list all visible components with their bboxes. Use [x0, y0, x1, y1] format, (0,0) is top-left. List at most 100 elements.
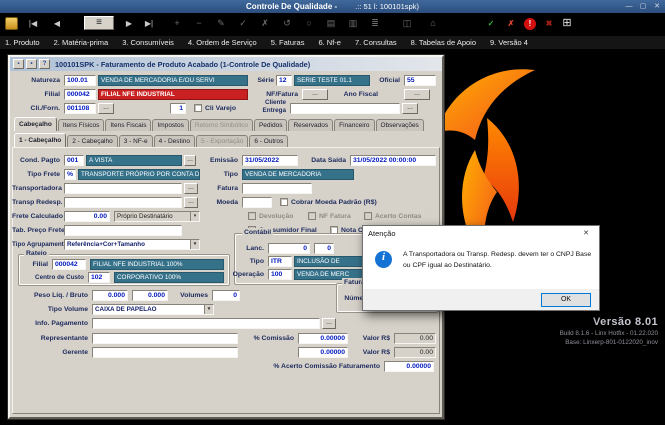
list-icon[interactable]: ≣	[366, 16, 384, 31]
menu-materia-prima[interactable]: 2. Matéria-prima	[54, 38, 109, 47]
subtab-3-nfe[interactable]: 3 - NF-e	[119, 135, 153, 147]
tab-itens-fiscais[interactable]: Itens Fiscais	[105, 119, 151, 131]
subtab-4-destino[interactable]: 4 - Destino	[154, 135, 195, 147]
data-saida-field[interactable]: 31/05/2022 00:00:00	[350, 155, 436, 166]
chevron-down-icon[interactable]: ▾	[204, 305, 213, 314]
natureza-field[interactable]: 100.01	[64, 75, 96, 86]
transportadora-button[interactable]: ...	[184, 183, 198, 194]
cli-forn-field[interactable]: 001108	[64, 103, 96, 114]
tipo-agrupamento-dropdown[interactable]: Referência+Cor+Tamanho▾	[64, 239, 200, 250]
lock-icon[interactable]: ▪	[13, 59, 24, 69]
menu-button[interactable]: ≡	[84, 16, 114, 30]
cli-forn-button[interactable]: ...	[98, 103, 114, 114]
subtab-6-outros[interactable]: 6 - Outros	[249, 135, 288, 147]
menu-nfe[interactable]: 6. Nf-e	[318, 38, 341, 47]
menu-versao-4[interactable]: 9. Versão 4	[490, 38, 528, 47]
transp-redesp-button[interactable]: ...	[184, 197, 198, 208]
cobrar-moeda-checkbox[interactable]	[280, 198, 288, 206]
menu-tabelas-de-apoio[interactable]: 8. Tabelas de Apoio	[411, 38, 476, 47]
calculator-icon[interactable]: ⊞	[558, 16, 576, 31]
menu-ordem-de-servico[interactable]: 4. Ordem de Serviço	[188, 38, 257, 47]
info-pagamento-button[interactable]: ...	[322, 318, 336, 329]
remove-icon[interactable]: −	[190, 16, 208, 31]
peso-liq-field[interactable]: 0.000	[92, 290, 128, 301]
centro-custo-field[interactable]: 102	[88, 272, 110, 283]
transportadora-field[interactable]	[64, 183, 182, 194]
oficial-field[interactable]: 55	[404, 75, 436, 86]
new-icon[interactable]: +	[168, 16, 186, 31]
subtab-1-cabecalho[interactable]: 1 - Cabeçalho	[14, 133, 66, 147]
tab-retorno-simbolico[interactable]: Retorno Simbólico	[190, 119, 253, 131]
grid-icon[interactable]: ▥	[344, 16, 362, 31]
lanc-field-2[interactable]: 0	[314, 243, 334, 254]
tab-cabecalho[interactable]: Cabeçalho	[14, 117, 57, 131]
moeda-field[interactable]	[242, 197, 272, 208]
chevron-down-icon[interactable]: ▾	[190, 212, 199, 221]
filial-field[interactable]: 000042	[64, 89, 96, 100]
alert-red-icon[interactable]: !	[524, 18, 536, 30]
chevron-down-icon[interactable]: ▾	[190, 240, 199, 249]
tab-financeiro[interactable]: Financeiro	[334, 119, 374, 131]
refresh-icon[interactable]: ↺	[278, 16, 296, 31]
frete-tipo-dropdown[interactable]: Próprio Destinatário▾	[114, 211, 200, 222]
previous-record-button[interactable]: ◀	[48, 16, 66, 31]
tab-pedidos[interactable]: Pedidos	[254, 119, 288, 131]
lanc-field-1[interactable]: 0	[268, 243, 310, 254]
exit-icon[interactable]: ✖	[540, 16, 558, 31]
close-orange-icon[interactable]: ✗	[502, 16, 520, 31]
minimize-button[interactable]: —	[623, 1, 635, 12]
tab-itens-fisicos[interactable]: Itens Físicos	[58, 119, 104, 131]
cli-forn-seq-field[interactable]: 1	[170, 103, 186, 114]
cli-varejo-checkbox[interactable]	[194, 104, 202, 112]
peso-bruto-field[interactable]: 0.000	[132, 290, 168, 301]
tab-observacoes[interactable]: Observações	[376, 119, 424, 131]
tipo-volume-dropdown[interactable]: CAIXA DE PAPELAO▾	[92, 304, 214, 315]
info-pagamento-field[interactable]	[92, 318, 320, 329]
ok-button[interactable]: OK	[541, 293, 591, 307]
next-record-button[interactable]: ▶	[120, 16, 138, 31]
home-icon[interactable]: ⌂	[424, 16, 442, 31]
close-button[interactable]: ✕	[651, 1, 663, 12]
cond-pagto-button[interactable]: ...	[184, 155, 196, 166]
last-record-button[interactable]: ▶|	[140, 16, 158, 31]
rateio-filial-field[interactable]: 000042	[52, 259, 86, 270]
cond-pagto-field[interactable]: 001	[64, 155, 84, 166]
menu-produto[interactable]: 1. Produto	[5, 38, 40, 47]
subtab-5-exportacao[interactable]: 5 - Exportação	[196, 135, 248, 147]
pin-icon[interactable]: •	[26, 59, 37, 69]
transp-redesp-field[interactable]	[64, 197, 182, 208]
help-icon[interactable]: ?	[39, 59, 50, 69]
cliente-entrega-field[interactable]	[290, 103, 400, 114]
gerente-field[interactable]	[92, 347, 238, 358]
contabil-tipo-field[interactable]: ITR	[268, 256, 292, 267]
first-record-button[interactable]: |◀	[24, 16, 42, 31]
frete-calculado-field[interactable]: 0.00	[64, 211, 110, 222]
cliente-entrega-button[interactable]: ...	[402, 103, 418, 114]
edit-icon[interactable]: ✎	[212, 16, 230, 31]
menu-faturas[interactable]: 5. Faturas	[271, 38, 305, 47]
tab-reservados[interactable]: Reservados	[288, 119, 333, 131]
comissao-rep-field[interactable]: 0.00000	[298, 333, 348, 344]
search-icon[interactable]: ○	[300, 16, 318, 31]
volumes-field[interactable]: 0	[212, 290, 240, 301]
tab-preco-frete-field[interactable]	[64, 225, 182, 236]
dialog-close-button[interactable]: ✕	[578, 229, 594, 237]
cancel-icon[interactable]: ✗	[256, 16, 274, 31]
fatura-field[interactable]	[242, 183, 312, 194]
serie-field[interactable]: 12	[276, 75, 292, 86]
emissao-field[interactable]: 31/05/2022	[242, 155, 298, 166]
subtab-2-cabecalho[interactable]: 2 - Cabeçalho	[67, 135, 117, 147]
columns-icon[interactable]: ◫	[398, 16, 416, 31]
ok-green-icon[interactable]: ✓	[482, 16, 500, 31]
menu-consumiveis[interactable]: 3. Consumíveis	[122, 38, 174, 47]
representante-field[interactable]	[92, 333, 238, 344]
menu-consultas[interactable]: 7. Consultas	[355, 38, 397, 47]
confirm-icon[interactable]: ✓	[234, 16, 252, 31]
maximize-button[interactable]: ▢	[637, 1, 649, 12]
operacao-field[interactable]: 100	[268, 269, 292, 280]
comissao-ger-field[interactable]: 0.00000	[298, 347, 348, 358]
tipo-frete-field[interactable]: %	[64, 169, 76, 180]
acerto-comissao-field[interactable]: 0.00000	[384, 361, 434, 372]
print-icon[interactable]: ▤	[322, 16, 340, 31]
nf-fatura-button[interactable]: ...	[302, 89, 328, 100]
